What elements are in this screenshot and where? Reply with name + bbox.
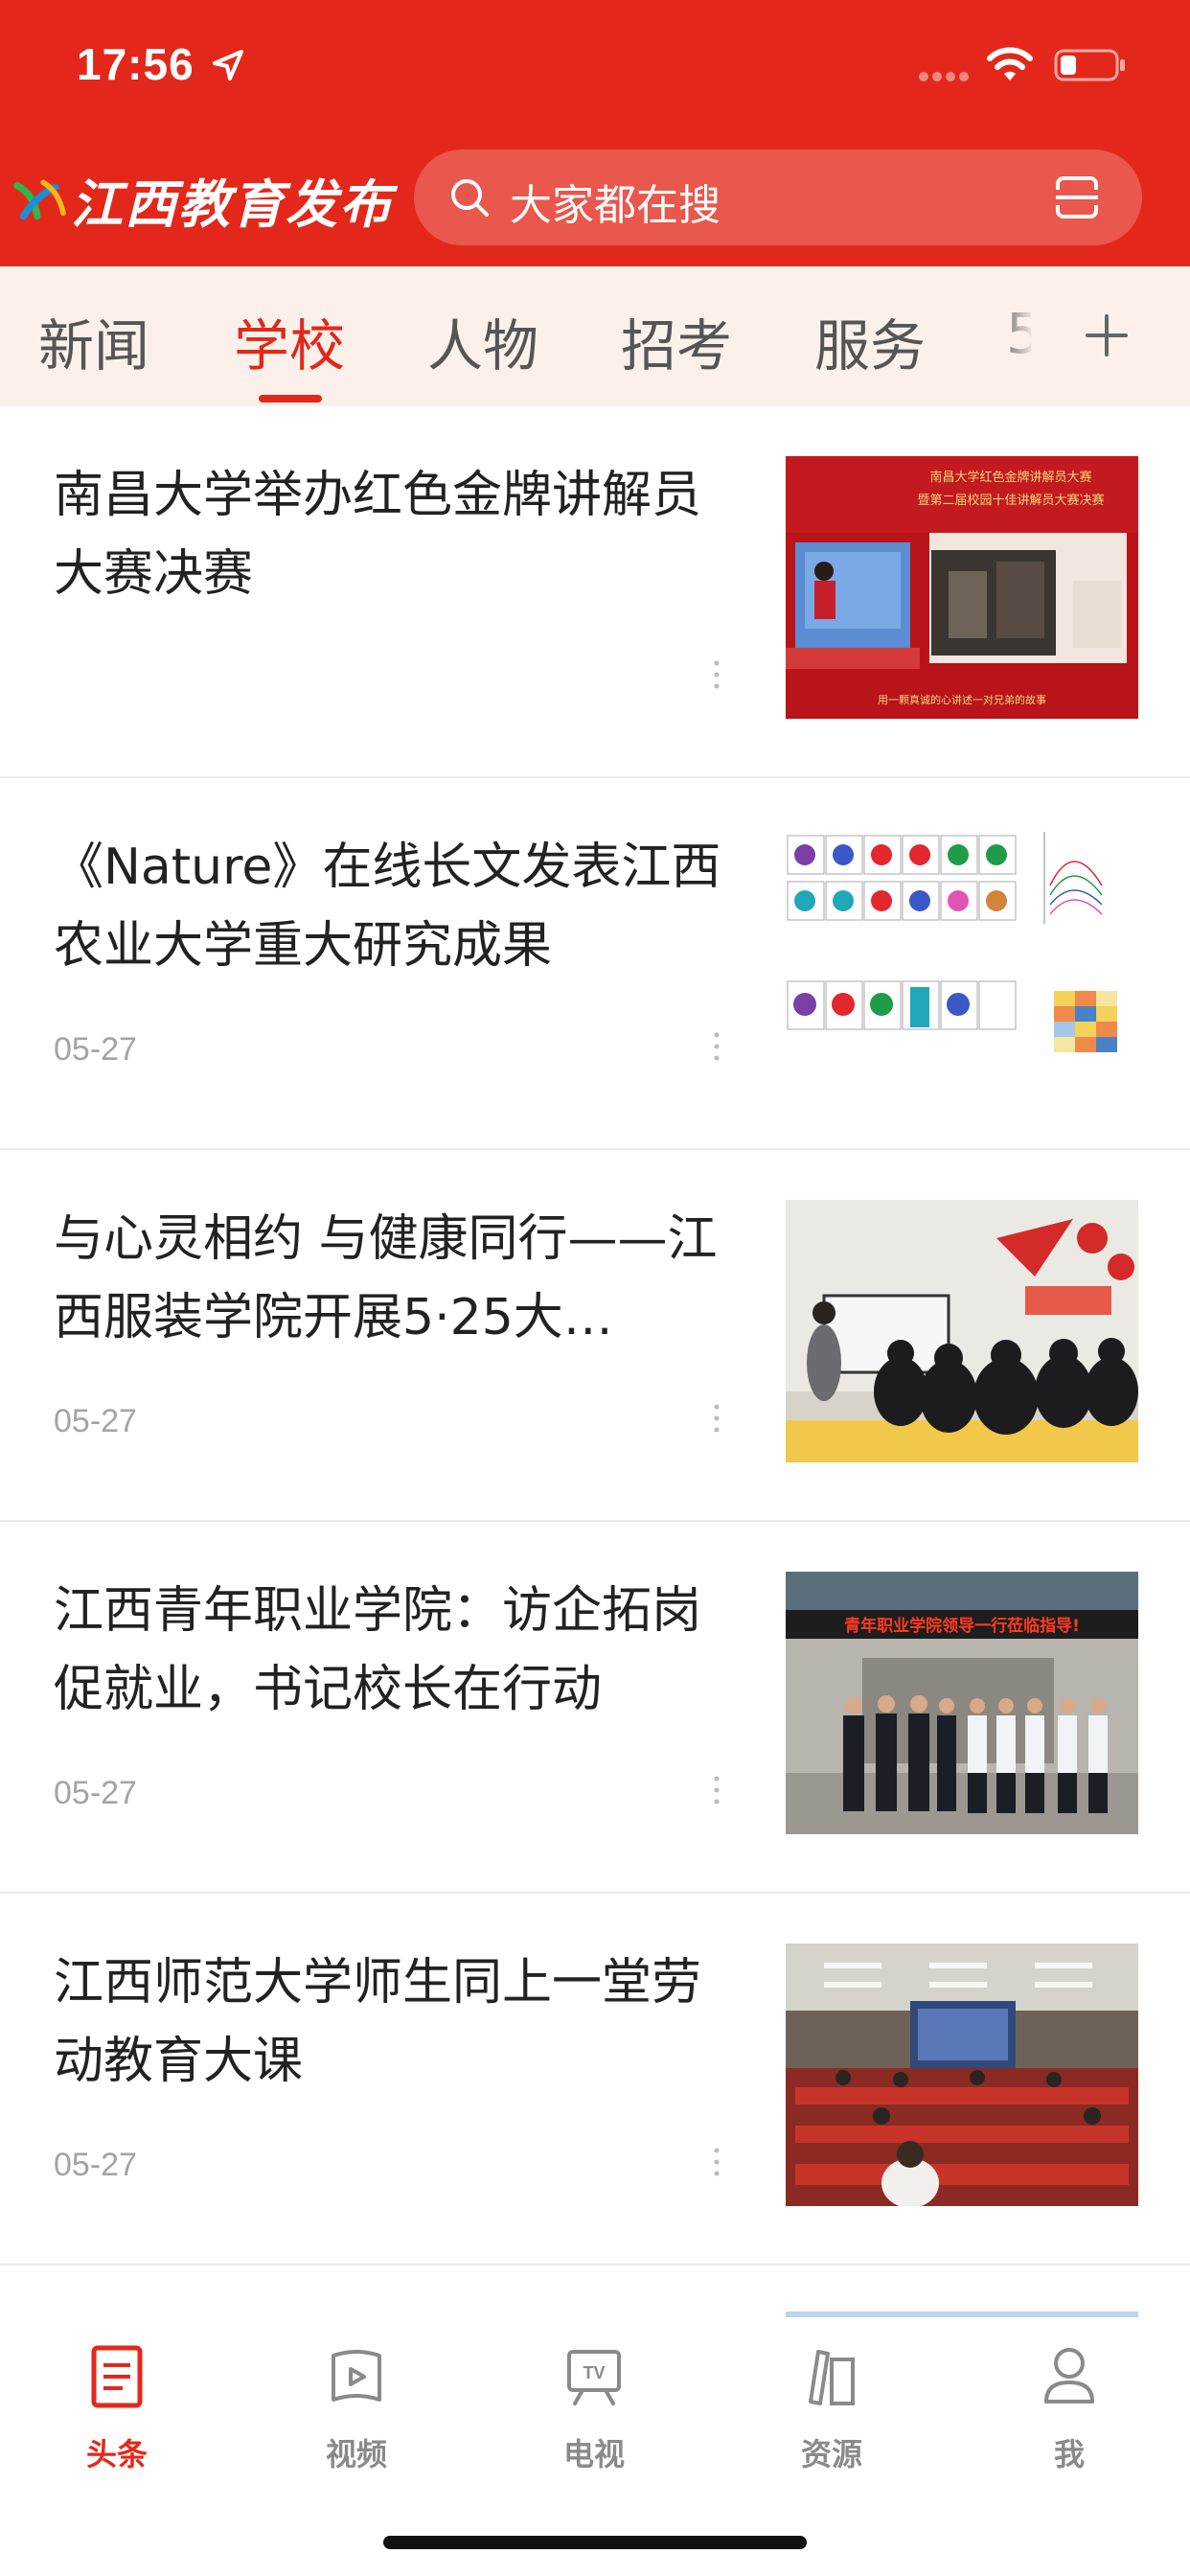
article-item[interactable]: 《Nature》在线长文发表江西农业大学重大研究成果 05-27 [0, 778, 1190, 1150]
article-title[interactable]: 与心灵相约 与健康同行——江西服装学院开展5·25大… [54, 1200, 724, 1357]
article-date: 05-27 [54, 2147, 137, 2183]
tab-school[interactable]: 学校 [234, 301, 345, 381]
article-item[interactable]: 江西师范大学师生同上一堂劳动教育大课 05-27 [0, 1894, 1190, 2266]
nav-resources[interactable]: 资源 [765, 2342, 899, 2486]
nav-profile[interactable]: 我 [1002, 2342, 1136, 2486]
article-thumbnail[interactable] [786, 1944, 1138, 2206]
add-tab-icon[interactable] [1083, 311, 1131, 359]
nav-headlines[interactable]: 头条 [50, 2342, 184, 2486]
nav-label: 我 [1053, 2436, 1085, 2472]
article-item[interactable]: 江西青年职业学院：访企拓岗促就业，书记校长在行动 05-27 青年职业学院领导一… [0, 1522, 1190, 1894]
status-time: 17:56 [77, 39, 195, 89]
nav-label: 视频 [325, 2436, 387, 2472]
article-date: 05-27 [54, 1775, 137, 1811]
article-title[interactable]: 南昌大学举办红色金牌讲解员大赛决赛 [54, 456, 724, 613]
tab-people[interactable]: 人物 [427, 301, 538, 381]
thumb-caption: 用一颗真诚的心讲述一对兄弟的故事 [878, 693, 1046, 706]
article-thumbnail[interactable] [786, 828, 1138, 1091]
more-icon[interactable] [711, 2145, 722, 2179]
logo-text: 江西教育发布 [71, 172, 393, 235]
article-item[interactable]: 与心灵相约 与健康同行——江西服装学院开展5·25大… 05-27 [0, 1150, 1190, 1522]
scan-icon[interactable] [1054, 174, 1100, 220]
tab-services[interactable]: 服务 [814, 301, 926, 381]
search-placeholder: 大家都在搜 [510, 181, 721, 230]
more-icon[interactable] [711, 657, 722, 692]
profile-icon [1044, 2348, 1094, 2404]
article-date: 05-27 [54, 1031, 137, 1068]
resource-icon [809, 2350, 855, 2405]
nav-tv[interactable]: TV 电视 [527, 2342, 661, 2486]
logo-mark-icon [13, 179, 66, 220]
thumb-title-2: 暨第二届校园十佳讲解员大赛决赛 [917, 493, 1104, 508]
nav-label: 头条 [85, 2436, 148, 2472]
battery-icon [1054, 49, 1125, 81]
location-arrow-icon [213, 50, 243, 80]
article-title[interactable]: 《Nature》在线长文发表江西农业大学重大研究成果 [54, 828, 724, 985]
signal-icon [919, 72, 969, 81]
more-icon[interactable] [711, 1029, 722, 1064]
status-bar: 17:56 [0, 0, 1190, 134]
svg-text:TV: TV [583, 2363, 605, 2382]
more-icon[interactable] [711, 1401, 722, 1436]
app-header: 17:56 江西教育发布 大家都在搜 [0, 0, 1190, 266]
article-item[interactable]: 南昌大学举办红色金牌讲解员大赛决赛 南昌大学红色金牌讲解员大赛 暨第二届校园十佳… [0, 406, 1190, 778]
headline-icon [91, 2345, 143, 2408]
tab-news[interactable]: 新闻 [38, 301, 149, 381]
article-thumbnail[interactable]: 青年职业学院领导一行莅临指导! [786, 1572, 1138, 1834]
wifi-icon [987, 47, 1033, 80]
active-tab-indicator [259, 395, 322, 402]
video-icon [332, 2350, 381, 2402]
nav-label: 电视 [562, 2436, 625, 2472]
article-thumbnail[interactable] [786, 1200, 1138, 1462]
app-logo[interactable]: 江西教育发布 [10, 161, 393, 238]
home-indicator [383, 2536, 807, 2549]
search-bar[interactable]: 大家都在搜 [414, 150, 1142, 245]
tab-exams[interactable]: 招考 [621, 301, 732, 381]
thumb-title-1: 南昌大学红色金牌讲解员大赛 [929, 470, 1091, 485]
search-icon [451, 179, 489, 217]
nav-video[interactable]: 视频 [289, 2342, 423, 2486]
nav-label: 资源 [800, 2436, 862, 2472]
tab-fade [996, 266, 1035, 406]
tv-icon: TV [567, 2350, 621, 2405]
article-title[interactable]: 江西师范大学师生同上一堂劳动教育大课 [54, 1944, 724, 2101]
more-icon[interactable] [711, 1773, 722, 1807]
article-title[interactable]: 江西青年职业学院：访企拓岗促就业，书记校长在行动 [54, 1572, 724, 1729]
article-date: 05-27 [54, 1403, 137, 1439]
article-thumbnail[interactable]: 南昌大学红色金牌讲解员大赛 暨第二届校园十佳讲解员大赛决赛 用一颗真诚的心讲述一… [786, 456, 1138, 719]
thumb-led-banner: 青年职业学院领导一行莅临指导! [844, 1616, 1080, 1636]
